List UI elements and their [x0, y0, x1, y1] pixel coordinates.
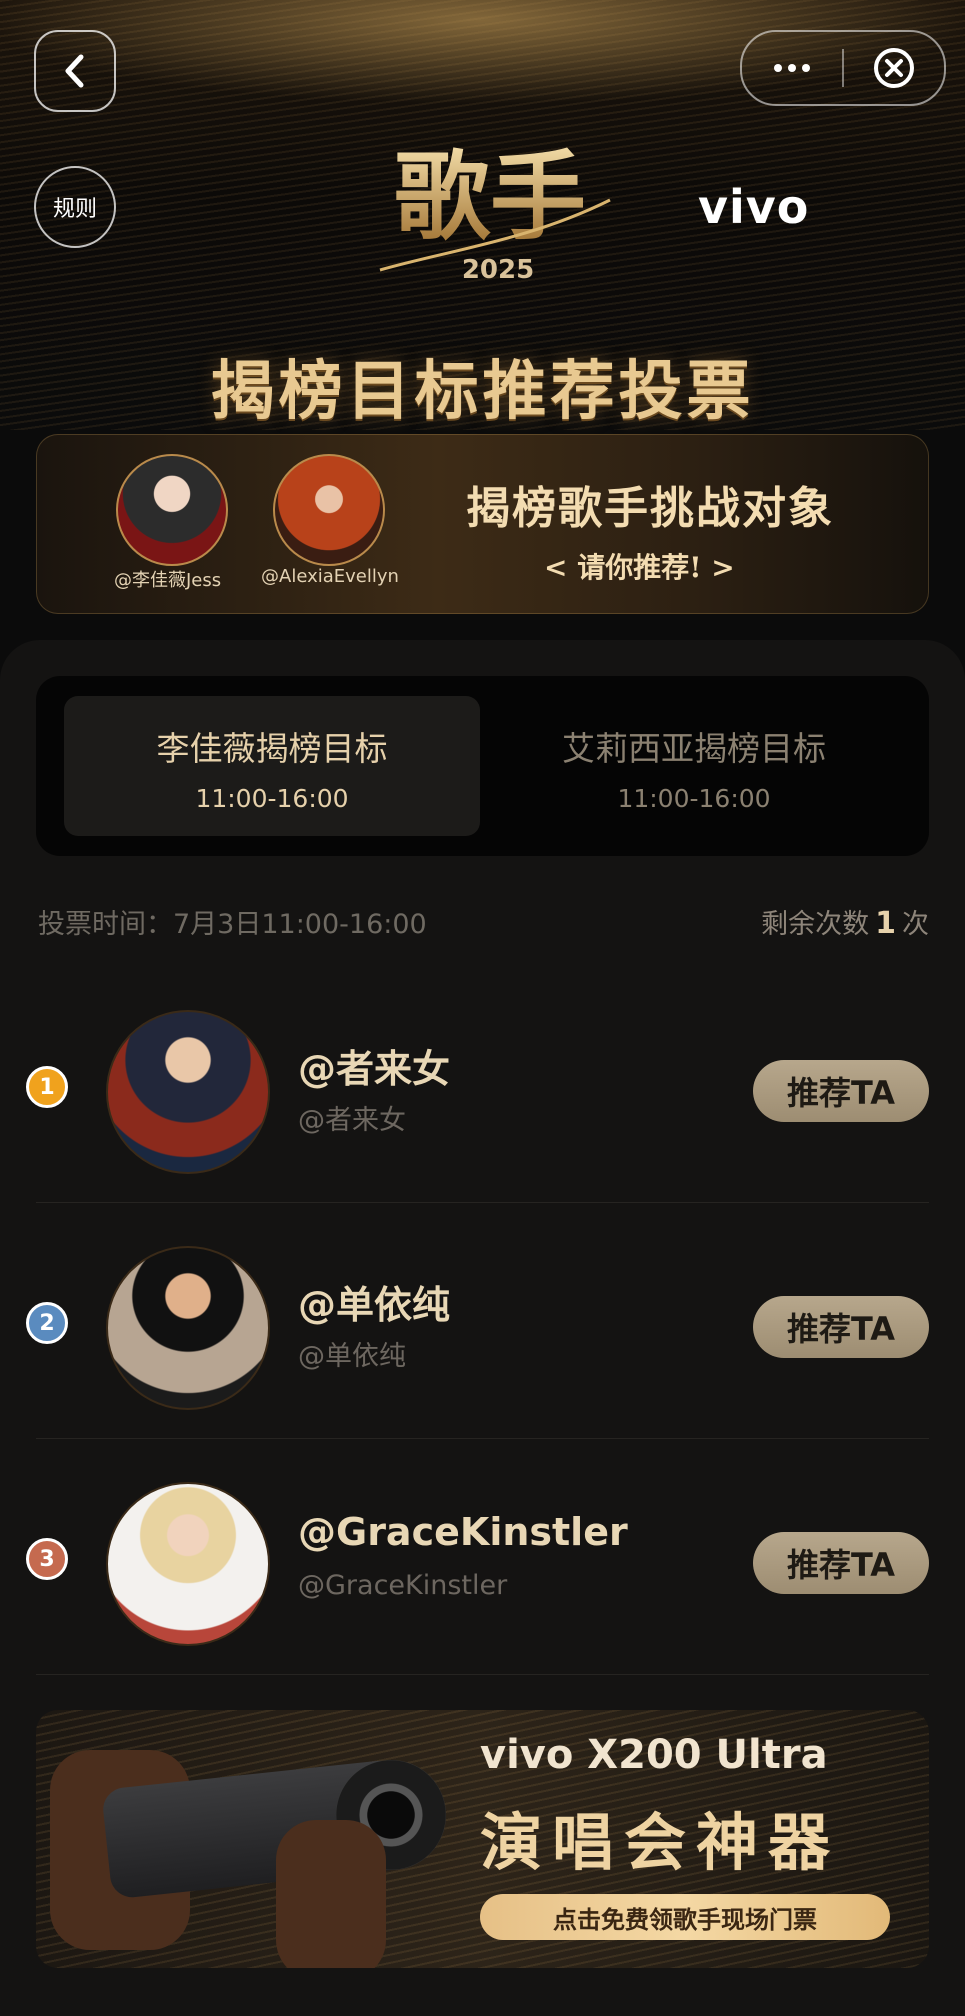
remaining-unit: 次	[902, 909, 929, 940]
challenger-avatar	[116, 454, 228, 566]
recommend-button[interactable]: 推荐TA	[753, 1060, 929, 1122]
tab-title: 李佳薇揭榜目标	[156, 729, 388, 768]
logo-text: 歌手	[394, 140, 586, 253]
rules-button[interactable]: 规则	[34, 166, 116, 248]
recommend-button[interactable]: 推荐TA	[753, 1296, 929, 1358]
avatar	[106, 1482, 270, 1646]
header-banner: 规则 歌手 2025 vivo 揭榜目标推荐投票	[0, 0, 965, 430]
tab-time: 11:00-16:00	[195, 784, 349, 813]
ad-brand: vivo X200 Ultra	[480, 1732, 828, 1778]
tab-jess-target[interactable]: 李佳薇揭榜目标 11:00-16:00	[64, 696, 480, 836]
ad-cta-button[interactable]: 点击免费领歌手现场门票	[480, 1894, 890, 1940]
tab-title: 艾莉西亚揭榜目标	[562, 729, 826, 768]
ad-slogan: 演唱会神器	[480, 1806, 841, 1879]
close-circle-icon	[874, 48, 914, 88]
rank-badge: 1	[26, 1066, 68, 1108]
show-logo: 歌手 2025	[379, 140, 611, 280]
challenge-subtitle: < 请你推荐! >	[544, 551, 735, 584]
avatar	[106, 1010, 270, 1174]
candidate-row: 3 @GraceKinstler @GraceKinstler 推荐TA	[26, 1438, 929, 1675]
candidate-row: 1 @者来女 @者来女 推荐TA	[26, 966, 929, 1203]
remaining-label: 剩余次数	[761, 909, 870, 940]
logo-year: 2025	[462, 255, 534, 280]
candidate-handle: @者来女	[298, 1105, 406, 1136]
challenger-handle: @AlexiaEvellyn	[261, 566, 399, 587]
candidate-row: 2 @单依纯 @单依纯 推荐TA	[26, 1202, 929, 1439]
vote-time: 投票时间：7月3日11:00-16:00	[38, 909, 427, 940]
hand-illustration	[276, 1820, 386, 1968]
target-tabs: 李佳薇揭榜目标 11:00-16:00 艾莉西亚揭榜目标 11:00-16:00	[36, 676, 929, 856]
candidate-name: @GraceKinstler	[298, 1510, 628, 1554]
tab-time: 11:00-16:00	[617, 784, 771, 813]
tab-alexia-target[interactable]: 艾莉西亚揭榜目标 11:00-16:00	[486, 696, 902, 836]
page-title: 揭榜目标推荐投票	[210, 354, 755, 429]
close-button[interactable]	[844, 32, 944, 104]
chevron-left-icon	[65, 54, 84, 88]
challenger-handle: @李佳薇Jess	[114, 570, 222, 591]
challenge-banner[interactable]: @李佳薇Jess @AlexiaEvellyn 揭榜歌手挑战对象 < 请你推荐!…	[36, 434, 929, 614]
recommend-button[interactable]: 推荐TA	[753, 1532, 929, 1594]
ad-banner[interactable]: vivo X200 Ultra 演唱会神器 点击免费领歌手现场门票	[36, 1710, 929, 1968]
remaining-count: 1	[875, 906, 896, 941]
mini-program-capsule	[740, 30, 946, 106]
candidate-handle: @GraceKinstler	[298, 1570, 508, 1601]
brand-logo: vivo	[698, 180, 810, 234]
challenge-title: 揭榜歌手挑战对象	[466, 483, 834, 534]
back-button[interactable]	[34, 30, 116, 112]
candidate-handle: @单依纯	[298, 1341, 406, 1372]
remaining-votes: 剩余次数 1 次	[761, 902, 929, 941]
rank-badge: 2	[26, 1302, 68, 1344]
avatar	[106, 1246, 270, 1410]
candidate-name: @单依纯	[298, 1283, 451, 1327]
more-button[interactable]	[742, 32, 842, 104]
more-dots-icon	[774, 64, 810, 72]
rank-badge: 3	[26, 1538, 68, 1580]
challenger-avatar	[273, 454, 385, 566]
candidate-name: @者来女	[298, 1047, 451, 1091]
